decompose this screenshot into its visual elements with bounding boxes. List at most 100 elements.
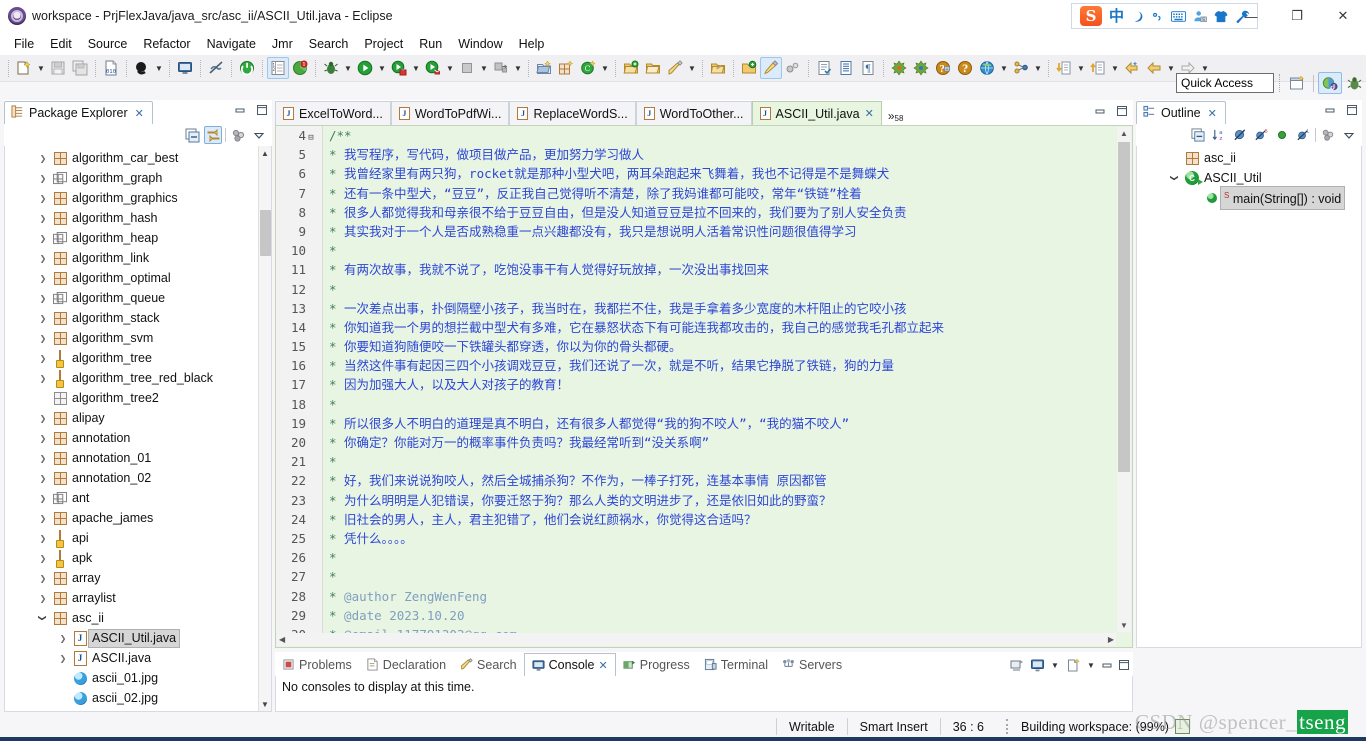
chevron-right-icon[interactable]: ❯ bbox=[35, 468, 51, 488]
code-line[interactable]: * bbox=[329, 241, 1102, 260]
tab-outline[interactable]: Outline ✕ bbox=[1136, 101, 1226, 124]
open-perspective-button[interactable] bbox=[1285, 72, 1309, 94]
code-line[interactable]: * 一次差点出事，扑倒隔壁小孩子，我当时在，我都拦不住，我是手拿着多少宽度的木杆… bbox=[329, 299, 1102, 318]
search-dropdown[interactable]: ▼ bbox=[686, 57, 698, 79]
code-line[interactable]: * 你要知道狗随便咬一下铁罐头都穿透，你以为你的骨头都硬。 bbox=[329, 337, 1102, 356]
scroll-right-icon[interactable]: ▶ bbox=[1108, 635, 1114, 644]
chevron-right-icon[interactable]: ❯ bbox=[35, 348, 51, 368]
perspective-java-button[interactable] bbox=[1318, 72, 1342, 94]
tree-item[interactable]: ❯ algorithm_graph bbox=[5, 168, 258, 188]
status-progress-text[interactable]: Building workspace: (99%) bbox=[1015, 720, 1175, 734]
debug-button[interactable] bbox=[320, 57, 342, 79]
ime-mode-chinese[interactable]: 中 bbox=[1109, 9, 1124, 24]
tab-package-explorer[interactable]: Package Explorer ✕ bbox=[4, 101, 153, 124]
open-console-icon[interactable] bbox=[1064, 656, 1082, 674]
hide-fields-icon[interactable] bbox=[1231, 126, 1249, 144]
stop-button[interactable] bbox=[456, 57, 478, 79]
menu-item-source[interactable]: Source bbox=[80, 35, 136, 53]
chevron-right-icon[interactable]: ❯ bbox=[35, 448, 51, 468]
maximize-icon[interactable] bbox=[255, 103, 269, 117]
code-line[interactable]: * bbox=[329, 280, 1102, 299]
tree-item[interactable]: ❯ asc_ii bbox=[5, 608, 258, 628]
tree-item[interactable]: ❯ annotation_01 bbox=[5, 448, 258, 468]
code-line[interactable]: * @date 2023.10.20 bbox=[329, 606, 1102, 625]
run-button[interactable] bbox=[354, 57, 376, 79]
code-line[interactable]: * bbox=[329, 395, 1102, 414]
close-icon[interactable]: ✕ bbox=[1208, 107, 1217, 120]
tree-item[interactable]: ❯ algorithm_stack bbox=[5, 308, 258, 328]
run-last-dropdown[interactable]: ▼ bbox=[512, 57, 524, 79]
code-line[interactable]: * bbox=[329, 548, 1102, 567]
show-paragraph-marks-button[interactable]: ¶ bbox=[857, 57, 879, 79]
tree-item[interactable]: ❯ annotation_02 bbox=[5, 468, 258, 488]
menu-item-jmr[interactable]: Jmr bbox=[264, 35, 301, 53]
editor-tab-1[interactable]: J WordToPdfWi... bbox=[390, 101, 510, 125]
web-browser-dropdown[interactable]: ▼ bbox=[998, 57, 1010, 79]
code-line[interactable]: * 我写程序，写代码，做项目做产品，更加努力学习做人 bbox=[329, 145, 1102, 164]
scroll-left-icon[interactable]: ◀ bbox=[279, 635, 285, 644]
code-line[interactable]: * bbox=[329, 567, 1102, 586]
tree-item[interactable]: ❯ apk bbox=[5, 548, 258, 568]
code-line[interactable]: * bbox=[329, 452, 1102, 471]
chevron-right-icon[interactable]: ❯ bbox=[55, 628, 71, 648]
tree-item[interactable]: ascii_01.jpg bbox=[5, 668, 258, 688]
toggle-line-numbers-button[interactable]: 12 bbox=[267, 57, 289, 79]
sogou-logo-icon[interactable]: S bbox=[1079, 6, 1102, 26]
menu-item-project[interactable]: Project bbox=[356, 35, 411, 53]
chevron-right-icon[interactable]: ❯ bbox=[35, 528, 51, 548]
chevron-down-icon[interactable]: ❯ bbox=[1165, 170, 1185, 186]
maximize-icon[interactable] bbox=[1345, 103, 1359, 117]
minimize-button[interactable]: — bbox=[1228, 0, 1274, 32]
tree-item[interactable]: ❯ algorithm_graphics bbox=[5, 188, 258, 208]
tree-item[interactable]: ❯ algorithm_tree bbox=[5, 348, 258, 368]
run-last-tool-button[interactable] bbox=[490, 57, 512, 79]
code-line[interactable]: * 你知道我一个男的想拦截中型犬有多难，它在暴怒状态下有可能连我都攻击的，我自己… bbox=[329, 318, 1102, 337]
code-editor[interactable]: 4 ⊟ 5 6 7 8 9 10 11 12 13 14 15 16 17 18 19 20 21 22 23 24 25 2… bbox=[275, 125, 1133, 648]
outline-item[interactable]: asc_ii bbox=[1137, 148, 1361, 168]
import-button[interactable] bbox=[1053, 57, 1075, 79]
export-button[interactable] bbox=[1087, 57, 1109, 79]
open-console-button[interactable] bbox=[174, 57, 196, 79]
tree-item[interactable]: ❯ algorithm_queue bbox=[5, 288, 258, 308]
code-line[interactable]: * 你确定？你能对万一的概率事件负责吗？我最经常听到“没关系啊” bbox=[329, 433, 1102, 452]
export-dropdown[interactable]: ▼ bbox=[1109, 57, 1121, 79]
ime-punctuation-icon[interactable] bbox=[1151, 10, 1164, 23]
skip-breakpoints-button[interactable] bbox=[205, 57, 227, 79]
menu-item-edit[interactable]: Edit bbox=[42, 35, 80, 53]
view-menu-icon[interactable] bbox=[1340, 126, 1358, 144]
back-button[interactable] bbox=[1143, 57, 1165, 79]
run-external-dropdown[interactable]: ▼ bbox=[410, 57, 422, 79]
perspective-debug-button[interactable] bbox=[1342, 72, 1366, 94]
tree-item[interactable]: ❯ algorithm_optimal bbox=[5, 268, 258, 288]
tree-item[interactable]: ❯ api bbox=[5, 528, 258, 548]
hide-nonpublic-icon[interactable] bbox=[1273, 126, 1291, 144]
ime-skin-icon[interactable] bbox=[1214, 10, 1228, 23]
scroll-up-icon[interactable]: ▲ bbox=[1117, 127, 1131, 140]
chevron-right-icon[interactable]: ❯ bbox=[35, 568, 51, 588]
show-whitespace-button[interactable] bbox=[835, 57, 857, 79]
menu-item-run[interactable]: Run bbox=[411, 35, 450, 53]
new-class-button[interactable]: C bbox=[577, 57, 599, 79]
view-menu-filters-icon[interactable] bbox=[229, 126, 247, 144]
profile-dropdown[interactable]: ▼ bbox=[1032, 57, 1044, 79]
hide-local-icon[interactable]: L bbox=[1294, 126, 1312, 144]
terminate-button[interactable] bbox=[236, 57, 258, 79]
editor-tab-0[interactable]: J ExcelToWord... bbox=[275, 101, 391, 125]
save-all-button[interactable] bbox=[69, 57, 91, 79]
close-icon[interactable]: ✕ bbox=[135, 107, 144, 120]
view-menu-icon[interactable] bbox=[250, 126, 268, 144]
package-explorer-scrollbar[interactable]: ▲ ▼ bbox=[258, 146, 271, 711]
code-line[interactable]: * 旧社会的男人，主人，君主犯错了，他们会说红颜祸水，你觉得这合适吗？ bbox=[329, 510, 1102, 529]
chevron-right-icon[interactable]: ❯ bbox=[35, 508, 51, 528]
chevron-right-icon[interactable]: ❯ bbox=[35, 588, 51, 608]
code-line[interactable]: * @email 117791303@qq.com bbox=[329, 625, 1102, 633]
code-line[interactable]: * 因为加强大人，以及大人对孩子的教育！ bbox=[329, 375, 1102, 394]
bottom-tab-search[interactable]: Search bbox=[453, 653, 524, 676]
help-contents-button[interactable]: ? bbox=[932, 57, 954, 79]
search-button[interactable] bbox=[664, 57, 686, 79]
scroll-down-icon[interactable]: ▼ bbox=[1117, 619, 1131, 632]
collapse-all-icon[interactable] bbox=[1189, 126, 1207, 144]
chevron-down-icon[interactable]: ❯ bbox=[33, 610, 53, 626]
close-icon[interactable]: ✕ bbox=[599, 659, 608, 672]
import-dropdown[interactable]: ▼ bbox=[1075, 57, 1087, 79]
